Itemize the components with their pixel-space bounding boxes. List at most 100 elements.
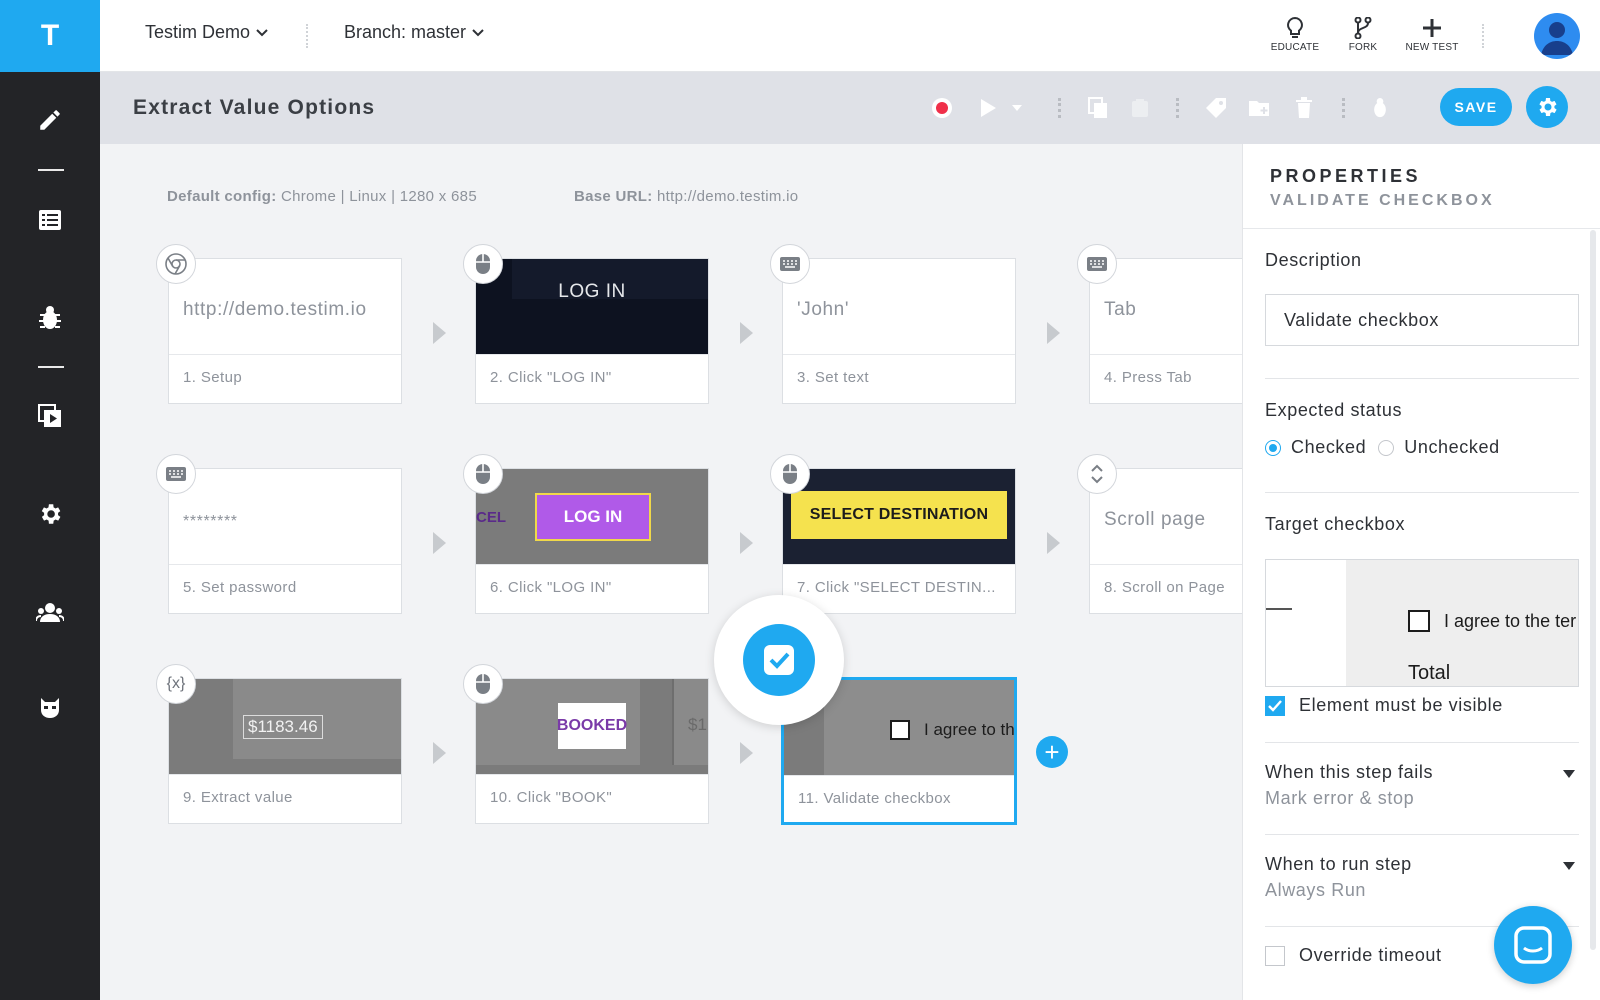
project-dropdown[interactable]: Testim Demo [145,22,268,43]
add-step-button[interactable]: + [1036,736,1068,768]
run-step-label[interactable]: When to run step [1265,854,1412,875]
fork-button[interactable]: FORK [1328,16,1398,53]
step-label: 9. Extract value [183,789,293,806]
default-config: Default config: Chrome | Linux | 1280 x … [167,188,477,205]
fork-icon [1328,16,1398,40]
mask-icon[interactable] [0,688,100,728]
toolbar-separator [1058,98,1062,118]
tag-icon[interactable] [1204,96,1228,120]
copy-icon[interactable] [1086,96,1110,120]
description-label: Description [1265,250,1362,270]
step-card-3[interactable]: 'John' 3. Set text [782,258,1016,404]
run-step-value[interactable]: Always Run [1265,880,1366,901]
pencil-icon[interactable] [0,100,100,140]
status-unchecked-label: Unchecked [1404,437,1500,457]
suite-play-icon[interactable] [0,396,100,436]
status-checked-radio[interactable] [1265,439,1281,456]
step-thumb-text: I agree to th [924,720,1014,739]
toolbar-separator [1176,98,1180,118]
target-checkbox-preview[interactable]: I agree to the ter Total [1265,559,1579,687]
element-visible-checkbox[interactable] [1265,695,1285,716]
step-thumb-text: 'John' [797,299,850,320]
step-arrow [740,532,753,554]
new-test-button[interactable]: NEW TEST [1397,16,1467,53]
keyboard-icon [770,244,810,284]
step-thumb-text: BOOKED [557,703,627,749]
step-thumbnail: ******** [169,469,401,565]
step-fails-label[interactable]: When this step fails [1265,762,1433,783]
fork-label: FORK [1348,42,1378,53]
step-thumbnail: 'John' [783,259,1015,355]
step-card-5[interactable]: ******** 5. Set password [168,468,402,614]
record-icon[interactable] [930,96,954,120]
save-button[interactable]: SAVE [1440,88,1512,126]
list-icon[interactable] [0,200,100,240]
bug-icon[interactable] [0,298,100,338]
chat-support-button[interactable] [1494,906,1572,984]
step-card-8[interactable]: Scroll page 8. Scroll on Page [1089,468,1243,614]
panel-separator [1265,834,1579,835]
step-label: 11. Validate checkbox [798,790,951,807]
step-label: 5. Set password [183,579,297,596]
step-card-1[interactable]: http://demo.testim.io 1. Setup [168,258,402,404]
panel-subtitle: VALIDATE CHECKBOX [1270,192,1495,209]
step-label: 7. Click "SELECT DESTIN... [797,579,996,596]
step-card-10[interactable]: BOOKED $1 10. Click "BOOK" [475,678,709,824]
step-arrow [740,322,753,344]
target-checkbox-label: Target checkbox [1265,514,1406,534]
bug-report-icon[interactable] [1368,96,1392,120]
trash-icon[interactable] [1292,96,1316,120]
settings-gear-icon[interactable] [0,494,100,534]
base-url-value[interactable]: http://demo.testim.io [657,188,798,205]
step-card-6[interactable]: CEL LOG IN 6. Click "LOG IN" [475,468,709,614]
step-fails-value[interactable]: Mark error & stop [1265,788,1414,809]
step-card-9[interactable]: $1183.46 9. Extract value [168,678,402,824]
override-timeout-checkbox[interactable] [1265,945,1285,966]
branch-dropdown[interactable]: Branch: master [344,22,484,43]
testim-logo[interactable]: T [0,0,100,72]
checkbox-icon [743,624,815,696]
chrome-icon [156,244,196,284]
paste-icon[interactable] [1128,96,1152,120]
run-step-caret-icon[interactable] [1563,862,1575,870]
step-label: 1. Setup [183,369,243,386]
panel-divider [1243,228,1600,229]
step-card-4[interactable]: Tab 4. Press Tab [1089,258,1243,404]
team-icon[interactable] [0,592,100,632]
panel-scrollbar[interactable] [1590,230,1596,950]
panel-separator [1265,742,1579,743]
step-card-2[interactable]: LOG IN 2. Click "LOG IN" [475,258,709,404]
play-options-caret-icon[interactable] [1010,96,1024,120]
default-config-value[interactable]: Chrome | Linux | 1280 x 685 [281,188,477,205]
play-icon[interactable] [976,96,1000,120]
properties-gear-button[interactable] [1526,86,1568,128]
educate-button[interactable]: EDUCATE [1260,16,1330,53]
panel-title: PROPERTIES [1270,166,1422,186]
override-timeout-row: Override timeout [1265,945,1442,966]
element-visible-row: Element must be visible [1265,695,1503,716]
description-input[interactable] [1265,294,1579,346]
step-label: 8. Scroll on Page [1104,579,1226,596]
status-unchecked-radio[interactable] [1378,439,1395,456]
step-fails-caret-icon[interactable] [1563,770,1575,778]
step-arrow [1047,322,1060,344]
target-total-text: Total [1408,662,1451,684]
expected-status-options: Checked Unchecked [1265,437,1500,458]
header-separator [306,24,308,48]
properties-panel: PROPERTIES VALIDATE CHECKBOX Description… [1242,144,1600,1000]
chat-icon [1514,926,1552,964]
mouse-icon [770,454,810,494]
step-thumbnail: CEL LOG IN [476,469,708,565]
sidebar-divider [38,366,64,368]
step-arrow [433,322,446,344]
step-label: 6. Click "LOG IN" [490,579,612,596]
keyboard-icon [1077,244,1117,284]
step-card-7[interactable]: SELECT DESTINATION 7. Click "SELECT DEST… [782,468,1016,614]
chevron-down-icon [256,28,268,36]
user-avatar[interactable] [1534,13,1580,59]
step-arrow [1047,532,1060,554]
add-folder-icon[interactable] [1248,96,1272,120]
variable-icon: {x} [156,664,196,704]
status-checked-label: Checked [1291,437,1367,457]
step-thumb-side-text: CEL [476,509,506,526]
